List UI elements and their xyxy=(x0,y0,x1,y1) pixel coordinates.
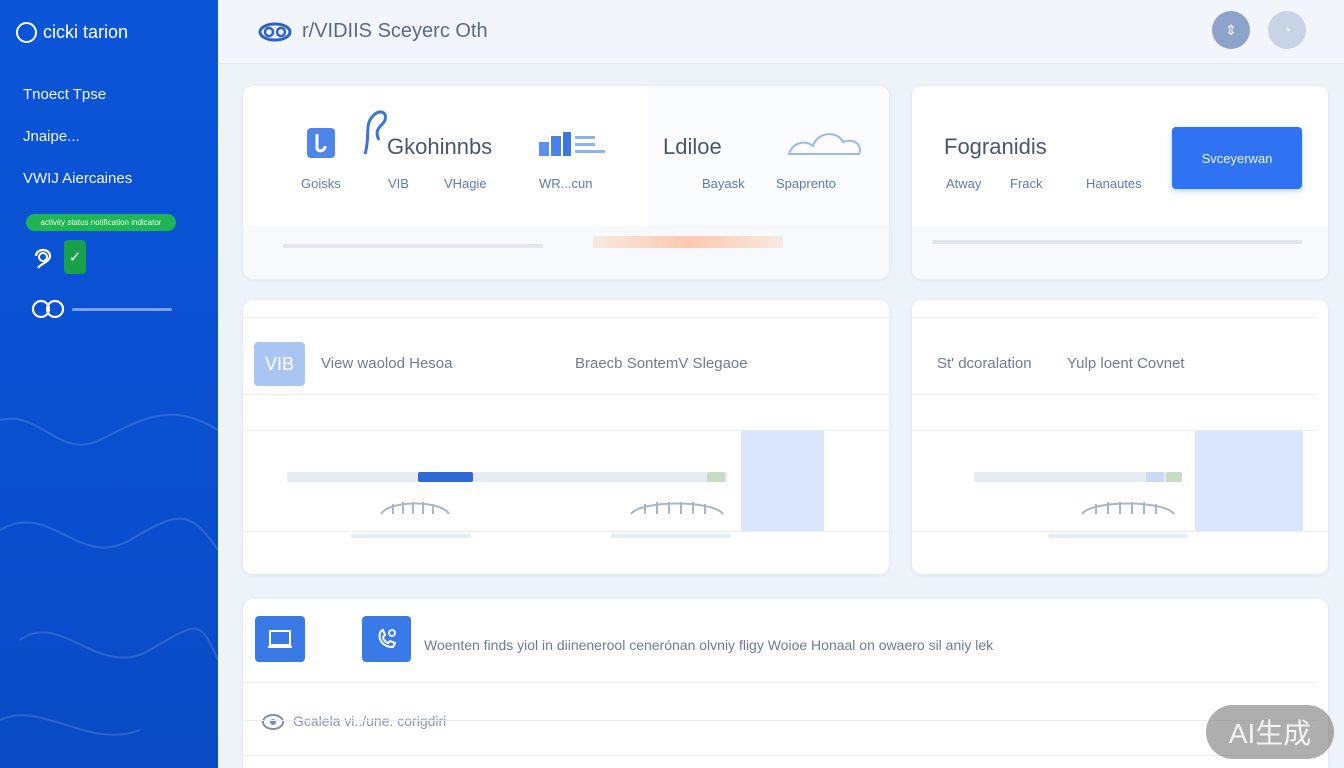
card1-title-a: Gkohinnbs xyxy=(387,134,493,159)
progress-end xyxy=(1166,472,1182,482)
card4-heading-a: St' dcoralation xyxy=(937,355,1032,372)
avatar-icon: ◔ xyxy=(1282,22,1292,38)
card1-track xyxy=(283,244,543,248)
comb-icon xyxy=(630,502,724,515)
sidebar: cicki tarion Tnoect Tpse Jnaipe... VWIJ … xyxy=(0,0,218,768)
header-logo[interactable]: r/VIDIIS Sceyerc Oth xyxy=(258,20,488,43)
card1-label-3: VHagie xyxy=(444,176,487,191)
document-icon xyxy=(307,128,335,158)
circle-icon xyxy=(16,22,37,43)
progress-fill xyxy=(1146,472,1164,482)
card-view-world: VIB View waolod Hesoa Braecb SontemV Sle… xyxy=(243,300,889,574)
divider xyxy=(243,531,889,532)
divider xyxy=(243,755,1316,756)
divider xyxy=(243,317,889,318)
card2-label-2: Frack xyxy=(1010,176,1043,191)
card-activity: Woenten finds yiol in diinenerool ceneró… xyxy=(243,599,1328,768)
card1-label-5: Bayask xyxy=(702,176,745,191)
profile-button[interactable]: ◔ xyxy=(1268,11,1306,49)
link-icon xyxy=(34,248,52,269)
selection-block xyxy=(1195,431,1303,532)
app-icon[interactable]: VIB xyxy=(254,342,305,386)
sort-button[interactable]: ⇕ xyxy=(1212,11,1250,49)
card4-heading-b: Yulp loent Covnet xyxy=(1067,355,1185,372)
comb-icon xyxy=(1081,502,1175,515)
divider xyxy=(243,394,889,395)
phone-icon xyxy=(378,628,396,649)
card2-title: Fogranidis xyxy=(944,134,1047,159)
card1-label-1: Goisks xyxy=(301,176,341,191)
card1-label-2: VIB xyxy=(388,176,409,191)
chevron-updown-icon: ⇕ xyxy=(1225,21,1237,38)
card1-label-4: WR...cun xyxy=(539,176,593,191)
activity-row-2[interactable]: Gcalela vi../une. corigdiri xyxy=(293,713,446,729)
card3-heading-a: View waolod Hesoa xyxy=(321,355,453,372)
phone-button[interactable] xyxy=(362,616,411,662)
card3-heading-b: Braecb SontemV Slegaoe xyxy=(575,355,748,372)
card2-footer xyxy=(912,226,1328,279)
top-header: r/VIDIIS Sceyerc Oth ⇕ ◔ xyxy=(218,0,1344,64)
window-button[interactable] xyxy=(255,616,305,662)
divider xyxy=(243,682,1316,683)
card-overview: Gkohinnbs Ldiloe Goisks VIB VHagie WR...… xyxy=(243,86,889,279)
comb-icon xyxy=(380,502,450,515)
ai-generated-watermark: AI生成 xyxy=(1206,705,1334,759)
shadow-bar xyxy=(611,534,731,538)
logo-icon xyxy=(258,22,292,41)
divider xyxy=(912,394,1316,395)
card1-title-b: Ldiloe xyxy=(663,134,722,159)
primary-action-button[interactable]: Svceyerwan xyxy=(1172,127,1302,189)
card1-label-6: Spaprento xyxy=(776,176,836,191)
cloud-icon xyxy=(787,133,861,155)
sidebar-item-check[interactable]: ✓ xyxy=(30,240,86,274)
divider xyxy=(912,531,1328,532)
activity-sentence: Woenten finds yiol in diinenerool ceneró… xyxy=(424,637,994,653)
app-icon-label: VIB xyxy=(264,353,294,374)
sidebar-brand[interactable]: cicki tarion xyxy=(16,22,128,43)
card2-label-3: Hanautes xyxy=(1086,176,1142,191)
sidebar-item-1[interactable]: Tnoect Tpse xyxy=(23,86,106,103)
status-badge: activity status notification indicator xyxy=(26,214,176,231)
sidebar-item-infinity[interactable] xyxy=(30,296,172,322)
divider xyxy=(912,317,1316,318)
shadow-bar xyxy=(1048,534,1188,538)
check-icon: ✓ xyxy=(64,240,86,274)
infinity-icon xyxy=(31,299,65,319)
shadow-bar xyxy=(351,534,471,538)
progress-end xyxy=(707,472,725,482)
sidebar-item-2[interactable]: Jnaipe... xyxy=(23,128,80,145)
progress-fill xyxy=(418,472,473,482)
sidebar-item-3[interactable]: VWIJ Aiercaines xyxy=(23,170,132,187)
card-declaration: St' dcoralation Yulp loent Covnet xyxy=(912,300,1328,574)
divider xyxy=(243,720,1316,721)
chart-icon xyxy=(539,132,605,156)
progress-track[interactable] xyxy=(287,472,727,482)
page-title: r/VIDIIS Sceyerc Oth xyxy=(302,20,488,42)
sidebar-progress-line xyxy=(72,307,172,311)
card2-label-1: Atway xyxy=(946,176,982,191)
selection-block xyxy=(741,431,824,532)
card2-track xyxy=(932,240,1302,244)
link-icon xyxy=(262,714,284,730)
map-decoration xyxy=(0,413,218,736)
window-icon xyxy=(268,630,292,648)
card1-footer xyxy=(243,226,889,279)
card1-highlight xyxy=(593,236,783,248)
sidebar-brand-label: cicki tarion xyxy=(43,22,129,42)
